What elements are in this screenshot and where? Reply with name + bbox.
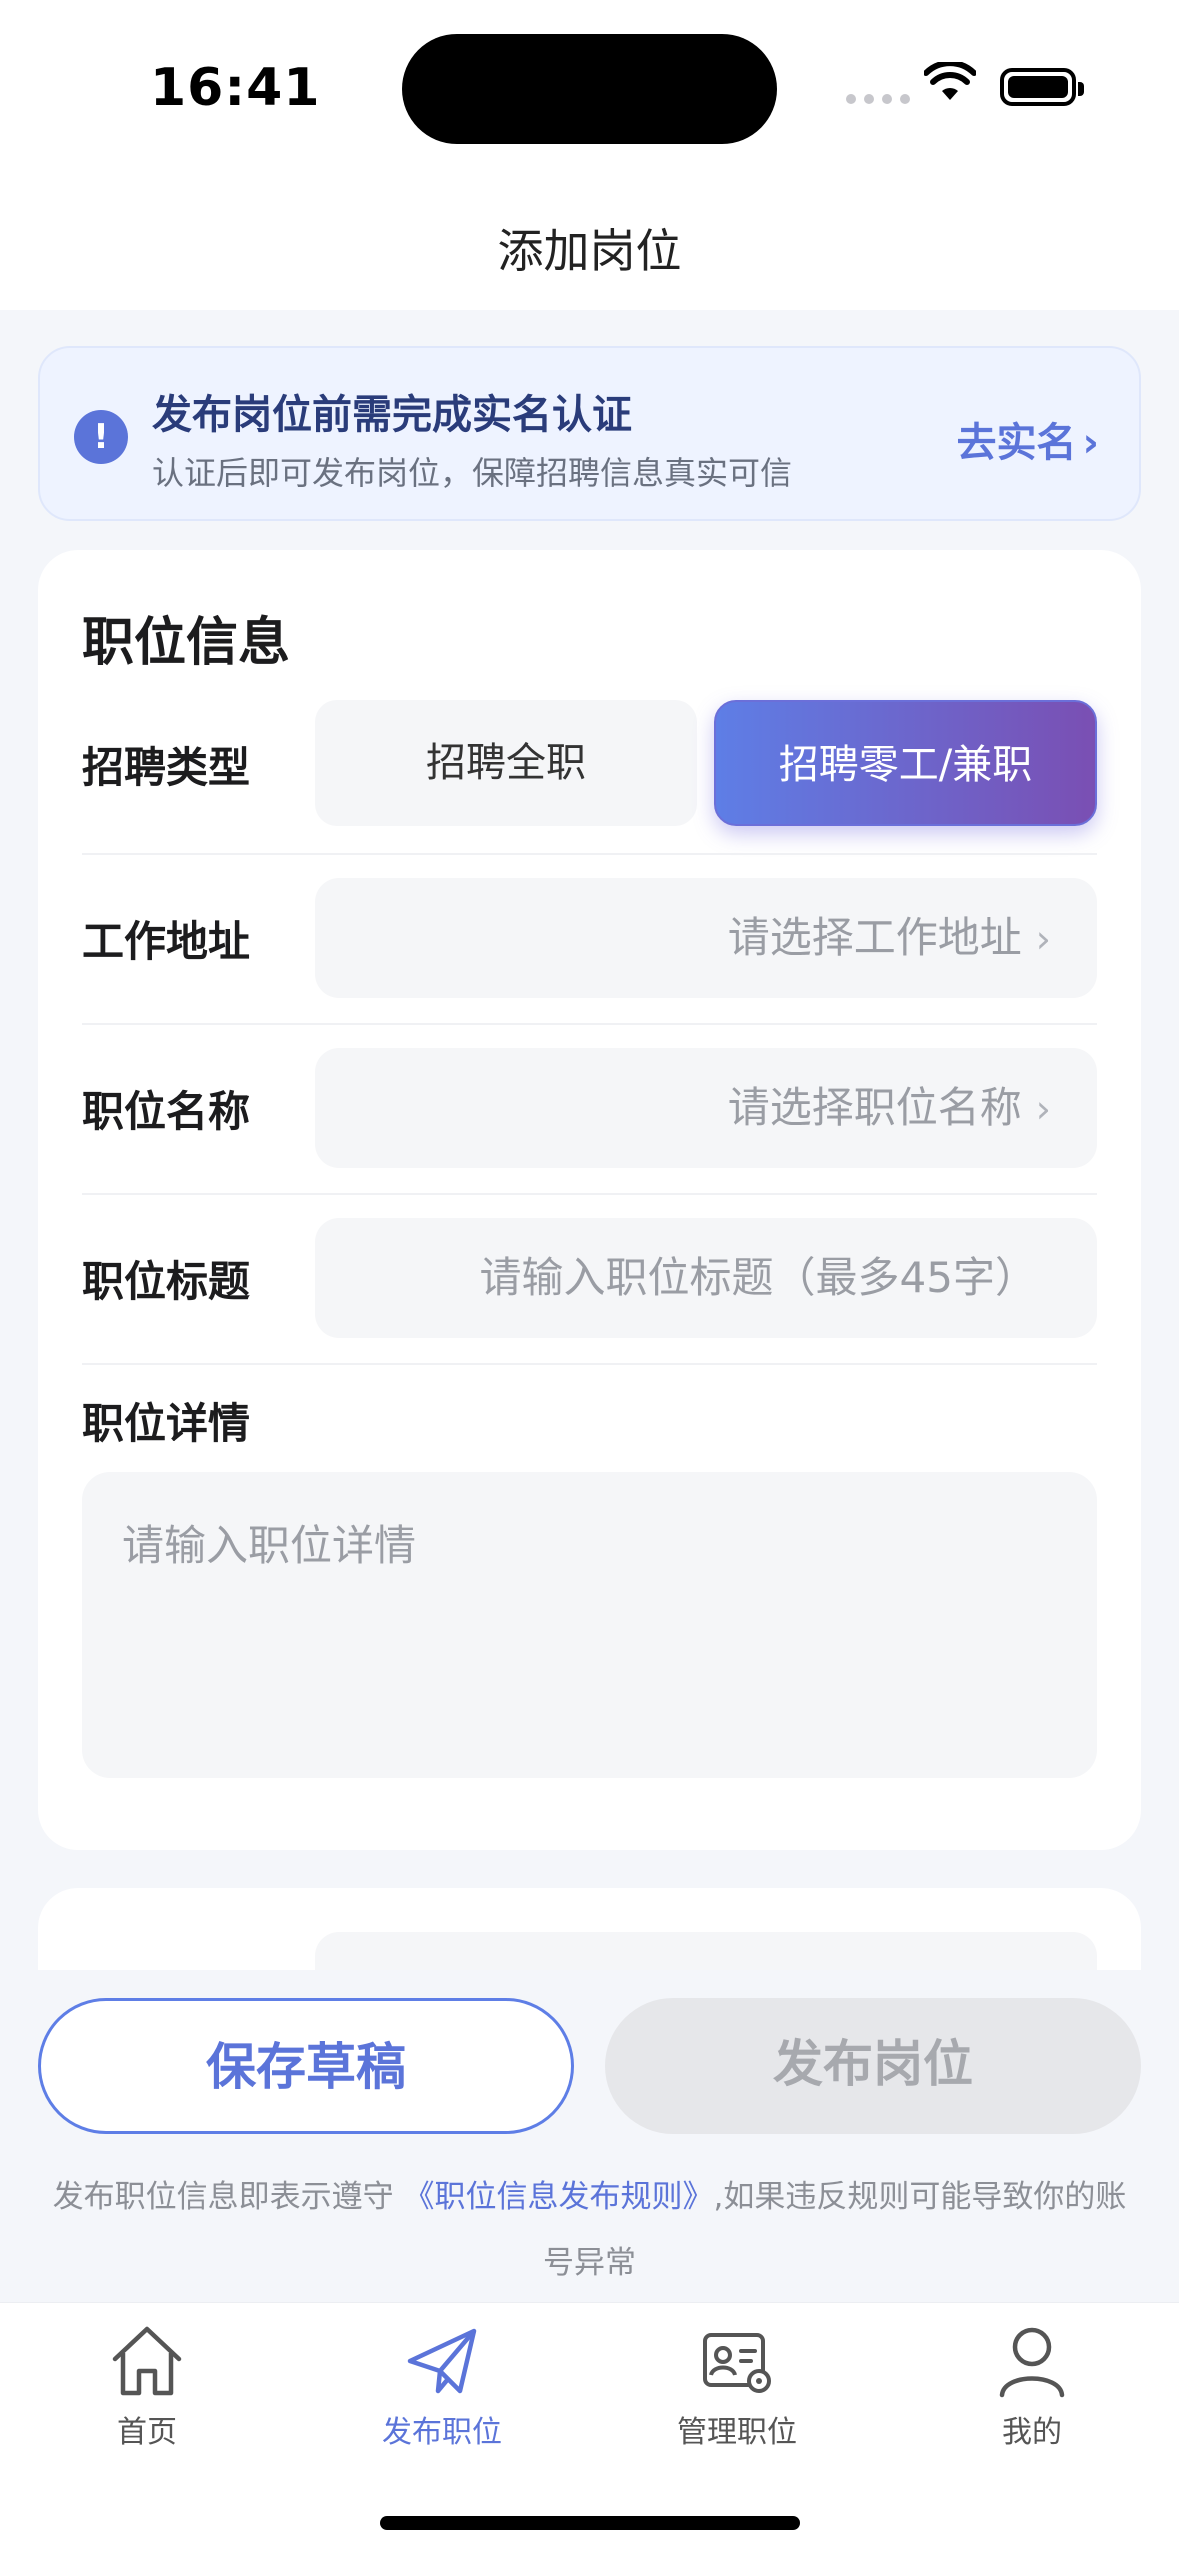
position-details-textarea[interactable]: 请输入职位详情 bbox=[82, 1472, 1097, 1778]
home-icon bbox=[112, 2326, 182, 2396]
verify-link[interactable]: 去实名 › bbox=[957, 410, 1099, 468]
recruit-parttime-option[interactable]: 招聘零工/兼职 bbox=[714, 700, 1097, 826]
home-indicator[interactable] bbox=[380, 2516, 800, 2530]
chevron-right-icon: › bbox=[1035, 1087, 1051, 1131]
position-name-placeholder: 请选择职位名称 bbox=[727, 1083, 1022, 1132]
position-title-placeholder: 请输入职位标题（最多45字） bbox=[479, 1253, 1037, 1302]
tab-profile-label: 我的 bbox=[1002, 2415, 1062, 2450]
section-title: 职位信息 bbox=[82, 613, 291, 673]
status-time: 16:41 bbox=[150, 58, 321, 118]
work-address-select[interactable]: 请选择工作地址 › bbox=[315, 878, 1097, 998]
recruit-type-label: 招聘类型 bbox=[82, 743, 251, 792]
rules-link[interactable]: 《职位信息发布规则》 bbox=[404, 2179, 714, 2215]
notice-subtitle: 认证后即可发布岗位，保障招聘信息真实可信 bbox=[152, 454, 793, 492]
verify-link-label: 去实名 bbox=[956, 420, 1077, 466]
tab-publish-label: 发布职位 bbox=[382, 2415, 502, 2450]
tab-manage-label: 管理职位 bbox=[677, 2415, 797, 2450]
wifi-icon bbox=[924, 62, 976, 100]
position-title-input[interactable]: 请输入职位标题（最多45字） bbox=[315, 1218, 1097, 1338]
page-title: 添加岗位 bbox=[497, 224, 682, 278]
signal-dots-icon bbox=[846, 94, 910, 104]
work-address-label: 工作地址 bbox=[82, 917, 251, 966]
status-bar: 16:41 bbox=[0, 0, 1179, 175]
divider bbox=[82, 853, 1097, 855]
chevron-right-icon: › bbox=[1035, 917, 1051, 961]
exclamation-icon: ! bbox=[74, 410, 128, 464]
publish-button[interactable]: 发布岗位 bbox=[605, 1998, 1141, 2134]
id-card-gear-icon bbox=[703, 2333, 771, 2393]
recruit-fulltime-option[interactable]: 招聘全职 bbox=[315, 700, 697, 826]
paper-plane-icon bbox=[407, 2328, 477, 2394]
tab-home-label: 首页 bbox=[117, 2415, 177, 2450]
position-name-label: 职位名称 bbox=[82, 1087, 251, 1136]
position-name-select[interactable]: 请选择职位名称 › bbox=[315, 1048, 1097, 1168]
notice-title: 发布岗位前需完成实名认证 bbox=[152, 392, 632, 438]
position-details-placeholder: 请输入职位详情 bbox=[122, 1521, 417, 1570]
chevron-right-icon: › bbox=[1082, 420, 1099, 466]
action-panel: 保存草稿 发布岗位 发布职位信息即表示遵守 《职位信息发布规则》,如果违反规则可… bbox=[0, 1970, 1179, 2300]
divider bbox=[82, 1193, 1097, 1195]
user-icon bbox=[999, 2327, 1065, 2398]
verification-notice: ! 发布岗位前需完成实名认证 认证后即可发布岗位，保障招聘信息真实可信 去实名 › bbox=[38, 346, 1141, 521]
job-info-card: 职位信息 招聘类型 招聘全职 招聘零工/兼职 工作地址 请选择工作地址 › 职位名… bbox=[38, 550, 1141, 1850]
dynamic-island bbox=[402, 34, 777, 144]
nav-bar: 添加岗位 bbox=[0, 175, 1179, 310]
battery-icon bbox=[1000, 68, 1084, 106]
save-draft-button[interactable]: 保存草稿 bbox=[38, 1998, 574, 2134]
rule-prefix: 发布职位信息即表示遵守 bbox=[52, 2179, 394, 2215]
tab-publish[interactable]: 发布职位 bbox=[342, 2321, 542, 2451]
position-details-label: 职位详情 bbox=[82, 1399, 251, 1448]
publish-rules-note: 发布职位信息即表示遵守 《职位信息发布规则》,如果违反规则可能导致你的账号异常 bbox=[38, 2164, 1141, 2296]
tab-home[interactable]: 首页 bbox=[47, 2321, 247, 2451]
tab-profile[interactable]: 我的 bbox=[932, 2321, 1132, 2451]
tab-manage[interactable]: 管理职位 bbox=[637, 2321, 837, 2451]
work-address-placeholder: 请选择工作地址 bbox=[727, 913, 1022, 962]
divider bbox=[82, 1023, 1097, 1025]
position-title-label: 职位标题 bbox=[82, 1257, 251, 1306]
divider bbox=[82, 1363, 1097, 1365]
